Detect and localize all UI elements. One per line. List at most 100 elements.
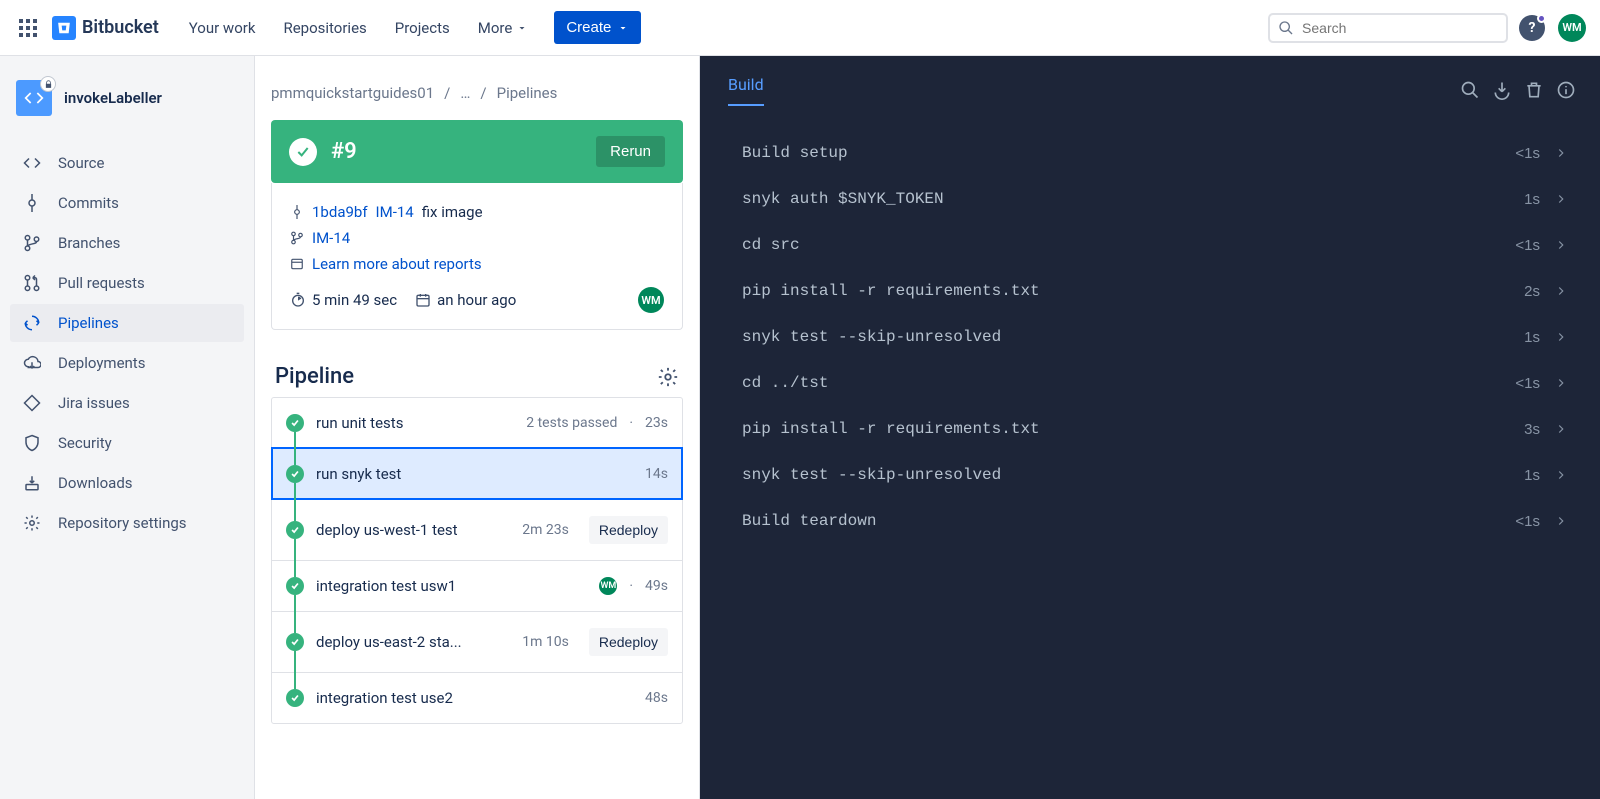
chevron-right-icon — [1554, 468, 1568, 482]
success-icon — [286, 689, 304, 707]
chevron-right-icon — [1554, 422, 1568, 436]
log-line[interactable]: cd ../tst<1s — [700, 360, 1588, 406]
success-icon — [286, 633, 304, 651]
log-line[interactable]: pip install -r requirements.txt3s — [700, 406, 1588, 452]
breadcrumb-item[interactable]: pmmquickstartguides01 — [271, 84, 434, 102]
log-tab-build[interactable]: Build — [728, 75, 764, 106]
sidebar-item-label: Security — [58, 434, 112, 452]
nav-your-work[interactable]: Your work — [179, 11, 266, 45]
rerun-button[interactable]: Rerun — [596, 136, 665, 167]
commit-issue-link[interactable]: IM-14 — [376, 203, 414, 221]
branch-link[interactable]: IM-14 — [312, 229, 350, 247]
appswitcher-icon[interactable] — [12, 12, 44, 44]
sidebar-item-security[interactable]: Security — [10, 424, 244, 462]
redeploy-button[interactable]: Redeploy — [589, 628, 668, 656]
avatar[interactable]: WM — [638, 287, 664, 313]
breadcrumb: pmmquickstartguides01/ …/ Pipelines — [271, 84, 683, 102]
log-duration: 1s — [1524, 191, 1540, 208]
breadcrumb-item[interactable]: … — [460, 84, 470, 102]
sidebar-item-pull-requests[interactable]: Pull requests — [10, 264, 244, 302]
nav-repositories[interactable]: Repositories — [273, 11, 376, 45]
log-command: snyk test --skip-unresolved — [742, 466, 1524, 484]
timestamp: an hour ago — [415, 291, 516, 309]
settings-icon — [22, 514, 42, 532]
help-button[interactable]: ? — [1516, 12, 1548, 44]
log-delete-button[interactable] — [1518, 74, 1550, 106]
pr-icon — [22, 274, 42, 292]
log-line[interactable]: Build teardown<1s — [700, 498, 1588, 544]
sidebar-item-branches[interactable]: Branches — [10, 224, 244, 262]
pipeline-step[interactable]: deploy us-west-1 test2m 23sRedeploy — [272, 499, 682, 560]
pipeline-section: Pipeline run unit tests2 tests passed · … — [271, 364, 683, 724]
notification-dot-icon — [1537, 14, 1546, 23]
sidebar-item-jira-issues[interactable]: Jira issues — [10, 384, 244, 422]
log-line[interactable]: snyk auth $SNYK_TOKEN1s — [700, 176, 1588, 222]
log-line[interactable]: snyk test --skip-unresolved1s — [700, 452, 1588, 498]
deploy-icon — [22, 354, 42, 372]
step-duration: 1m 10s — [522, 634, 569, 650]
sidebar-item-label: Pull requests — [58, 274, 145, 292]
chevron-right-icon — [1554, 376, 1568, 390]
branch-icon — [22, 234, 42, 252]
log-command: Build teardown — [742, 512, 1515, 530]
pipeline-step[interactable]: integration test usw1WM · 49s — [272, 560, 682, 611]
duration: 5 min 49 sec — [290, 291, 397, 309]
search-icon — [1460, 80, 1480, 100]
nav-projects[interactable]: Projects — [385, 11, 460, 45]
security-icon — [22, 434, 42, 452]
sidebar-item-label: Deployments — [58, 354, 145, 372]
commit-hash-link[interactable]: 1bda9bf — [312, 203, 368, 221]
calendar-icon — [415, 292, 431, 308]
create-button[interactable]: Create — [554, 11, 641, 44]
sidebar-item-repository-settings[interactable]: Repository settings — [10, 504, 244, 542]
pipeline-icon — [22, 314, 42, 332]
redeploy-button[interactable]: Redeploy — [589, 516, 668, 544]
pipeline-settings-button[interactable] — [657, 366, 679, 388]
sidebar-item-deployments[interactable]: Deployments — [10, 344, 244, 382]
top-navigation: Bitbucket Your work Repositories Project… — [0, 0, 1600, 56]
step-duration: 49s — [645, 578, 668, 594]
step-duration: 2m 23s — [522, 522, 569, 538]
repo-header[interactable]: invokeLabeller — [10, 80, 244, 134]
sidebar-item-label: Source — [58, 154, 104, 172]
code-icon — [22, 154, 42, 172]
bitbucket-logo[interactable]: Bitbucket — [52, 16, 159, 40]
sidebar-item-source[interactable]: Source — [10, 144, 244, 182]
create-button-label: Create — [566, 19, 611, 36]
run-card: #9 Rerun — [271, 120, 683, 183]
reports-link[interactable]: Learn more about reports — [312, 255, 482, 273]
nav-more-label: More — [478, 19, 513, 37]
log-line[interactable]: pip install -r requirements.txt2s — [700, 268, 1588, 314]
success-icon — [286, 465, 304, 483]
report-icon — [290, 257, 304, 271]
log-duration: <1s — [1515, 375, 1540, 392]
step-name: integration test use2 — [316, 689, 633, 707]
profile-button[interactable]: WM — [1556, 12, 1588, 44]
nav-more[interactable]: More — [468, 11, 539, 45]
pipeline-title: Pipeline — [275, 364, 354, 389]
chevron-down-icon — [617, 22, 629, 34]
pipeline-step[interactable]: run snyk test14s — [272, 448, 682, 499]
log-command: cd ../tst — [742, 374, 1515, 392]
log-command: snyk test --skip-unresolved — [742, 328, 1524, 346]
sidebar-item-downloads[interactable]: Downloads — [10, 464, 244, 502]
log-duration: <1s — [1515, 513, 1540, 530]
log-search-button[interactable] — [1454, 74, 1486, 106]
log-line[interactable]: cd src<1s — [700, 222, 1588, 268]
search-input[interactable] — [1268, 13, 1508, 43]
sidebar-item-commits[interactable]: Commits — [10, 184, 244, 222]
log-line[interactable]: Build setup<1s — [700, 130, 1588, 176]
lock-icon — [40, 76, 56, 92]
log-command: snyk auth $SNYK_TOKEN — [742, 190, 1524, 208]
success-icon — [286, 577, 304, 595]
gear-icon — [657, 366, 679, 388]
pipeline-step[interactable]: deploy us-east-2 sta...1m 10sRedeploy — [272, 611, 682, 672]
breadcrumb-item[interactable]: Pipelines — [497, 84, 558, 102]
log-info-button[interactable] — [1550, 74, 1582, 106]
pipeline-step[interactable]: integration test use248s — [272, 672, 682, 723]
sidebar-item-pipelines[interactable]: Pipelines — [10, 304, 244, 342]
pipeline-step[interactable]: run unit tests2 tests passed · 23s — [272, 398, 682, 448]
search-field[interactable] — [1302, 20, 1498, 36]
log-download-button[interactable] — [1486, 74, 1518, 106]
log-line[interactable]: snyk test --skip-unresolved1s — [700, 314, 1588, 360]
